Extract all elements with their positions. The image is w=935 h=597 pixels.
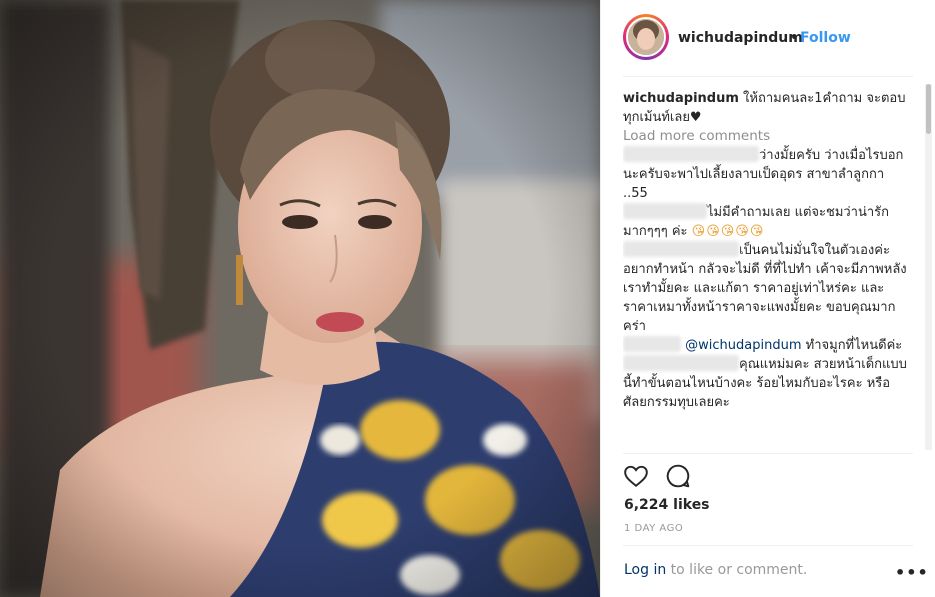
comment-emoji: 😘😘😘😘😘 [691, 224, 765, 239]
load-more-comments[interactable]: Load more comments [623, 127, 911, 146]
comment-item: @wichudapindum ทำจมูกที่ไหนดีค่ะ [623, 336, 911, 355]
scrollbar-thumb[interactable] [926, 84, 931, 134]
login-prompt-text: to like or comment. [666, 562, 808, 578]
divider [623, 453, 913, 454]
comments-scrollbar[interactable] [925, 84, 932, 450]
comments-list: wichudapindum ให้ถามคนละ1คำถาม จะตอบทุกเ… [623, 89, 911, 455]
mention-link[interactable]: @wichudapindum [685, 338, 801, 353]
login-prompt: Log in to like or comment. [624, 562, 807, 578]
divider [623, 545, 913, 546]
follow-button[interactable]: Follow [800, 30, 851, 46]
likes-count[interactable]: 6,224 likes [624, 497, 710, 513]
blurred-username[interactable] [623, 336, 681, 352]
username-link[interactable]: wichudapindum [678, 30, 803, 46]
post-photo[interactable] [0, 0, 600, 597]
separator-dot: • [790, 30, 799, 46]
comment-icon[interactable] [665, 463, 691, 489]
instagram-post: wichudapindum • Follow wichudapindum ให้… [0, 0, 935, 597]
blurred-username[interactable] [623, 146, 759, 162]
caption-username[interactable]: wichudapindum [623, 91, 739, 106]
post-sidebar: wichudapindum • Follow wichudapindum ให้… [600, 0, 935, 597]
comment-item: เป็นคนไม่มั่นใจในตัวเองค่ะ อยากทำหน้า กล… [623, 241, 911, 336]
more-options-icon[interactable]: ••• [895, 563, 929, 582]
blurred-username[interactable] [623, 355, 739, 371]
comment-text: ทำจมูกที่ไหนดีค่ะ [801, 338, 903, 353]
post-timestamp[interactable]: 1 DAY AGO [624, 523, 683, 534]
comment-item: คุณแหม่มคะ สวยหน้าเด็กแบบนี้ทำขั้นตอนไหน… [623, 355, 911, 412]
caption: wichudapindum ให้ถามคนละ1คำถาม จะตอบทุกเ… [623, 89, 911, 127]
login-link[interactable]: Log in [624, 562, 666, 578]
comment-item: ว่างมั้ยครับ ว่างเมื่อไรบอกนะครับจะพาไปเ… [623, 146, 911, 203]
blurred-username[interactable] [623, 203, 707, 219]
comment-item: ไม่มีคำถามเลย แต่จะชมว่าน่ารักมากๆๆๆ ค่ะ… [623, 203, 911, 241]
heart-icon[interactable] [623, 463, 649, 489]
avatar[interactable] [626, 17, 666, 57]
post-header: wichudapindum • Follow [601, 0, 935, 76]
blurred-username[interactable] [623, 241, 739, 257]
divider [623, 76, 913, 77]
portrait-image [0, 0, 600, 597]
story-ring[interactable] [623, 14, 669, 60]
avatar-image [628, 19, 664, 55]
